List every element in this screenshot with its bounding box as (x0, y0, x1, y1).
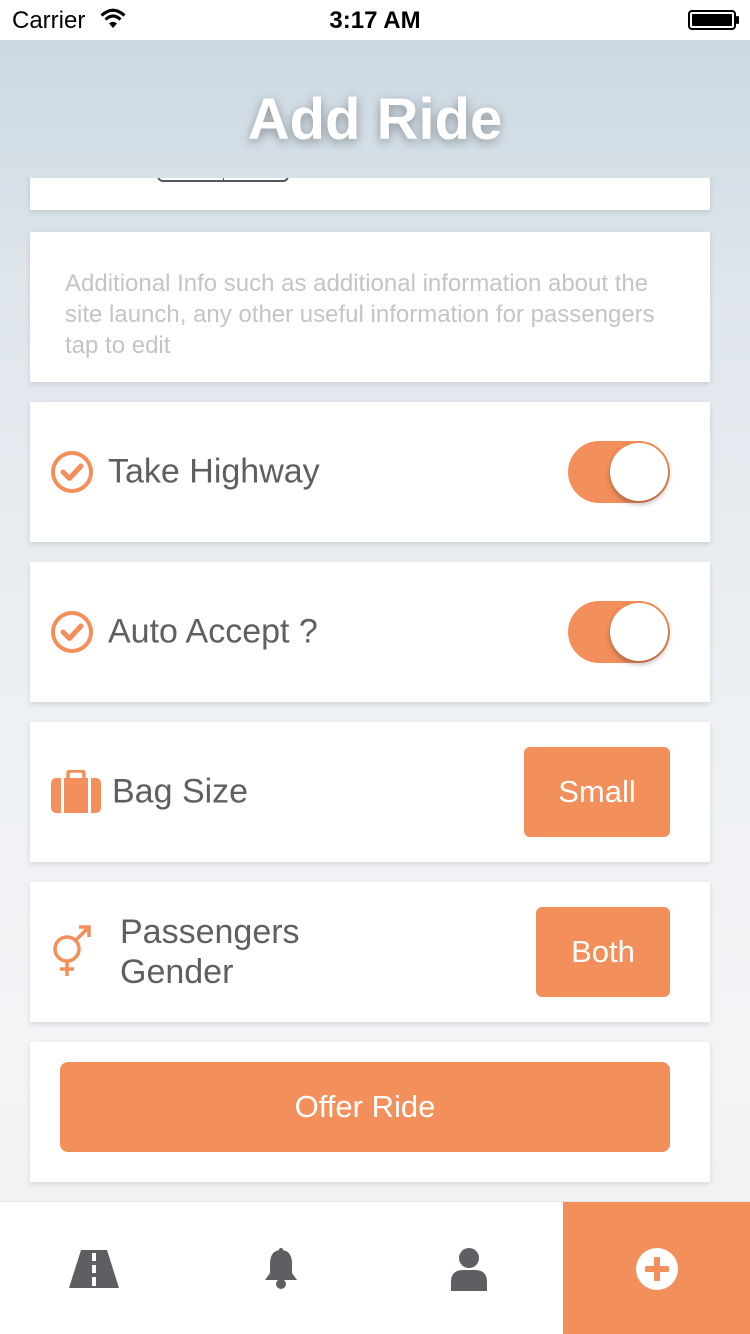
tab-profile[interactable] (375, 1202, 563, 1334)
user-icon (451, 1247, 487, 1291)
gender-icon (53, 925, 91, 976)
partial-card (30, 178, 710, 210)
form-scroll-area[interactable]: Additional Info such as additional infor… (0, 178, 750, 1200)
suitcase-icon (51, 770, 101, 813)
check-circle-icon (51, 611, 93, 653)
toggle-knob (610, 443, 668, 501)
passengers-gender-button[interactable]: Both (536, 907, 670, 997)
status-time: 3:17 AM (329, 7, 421, 34)
toggle-knob (610, 603, 668, 661)
additional-info-card[interactable]: Additional Info such as additional infor… (30, 232, 710, 382)
auto-accept-label: Auto Accept ? (108, 612, 318, 651)
passengers-gender-label-line1: Passengers (120, 913, 300, 951)
passengers-gender-row: Passengers Gender Both (30, 882, 710, 1022)
tab-add-ride[interactable] (563, 1202, 750, 1334)
passengers-gender-label: Passengers Gender (120, 912, 300, 992)
auto-accept-row: Auto Accept ? (30, 562, 710, 702)
take-highway-row: Take Highway (30, 402, 710, 542)
tab-notifications[interactable] (187, 1202, 375, 1334)
offer-ride-card: Offer Ride (30, 1042, 710, 1182)
passengers-gender-label-line2: Gender (120, 953, 234, 991)
offer-ride-button[interactable]: Offer Ride (60, 1062, 670, 1152)
bell-icon (265, 1247, 297, 1289)
battery-icon (688, 10, 739, 30)
status-bar: Carrier 3:17 AM (0, 0, 750, 40)
add-circle-icon (635, 1247, 678, 1290)
bag-size-label: Bag Size (112, 772, 249, 811)
take-highway-label: Take Highway (108, 452, 320, 491)
tab-rides[interactable] (0, 1202, 187, 1334)
bag-size-row: Bag Size Small (30, 722, 710, 862)
auto-accept-toggle[interactable] (568, 601, 670, 663)
take-highway-toggle[interactable] (568, 441, 670, 503)
segmented-control-fragment[interactable] (157, 178, 289, 182)
tab-bar (0, 1201, 750, 1334)
bag-size-button[interactable]: Small (524, 747, 670, 837)
road-icon (68, 1249, 119, 1288)
check-circle-icon (51, 451, 93, 493)
additional-info-placeholder[interactable]: Additional Info such as additional infor… (65, 268, 665, 361)
page-title: Add Ride (247, 87, 503, 152)
